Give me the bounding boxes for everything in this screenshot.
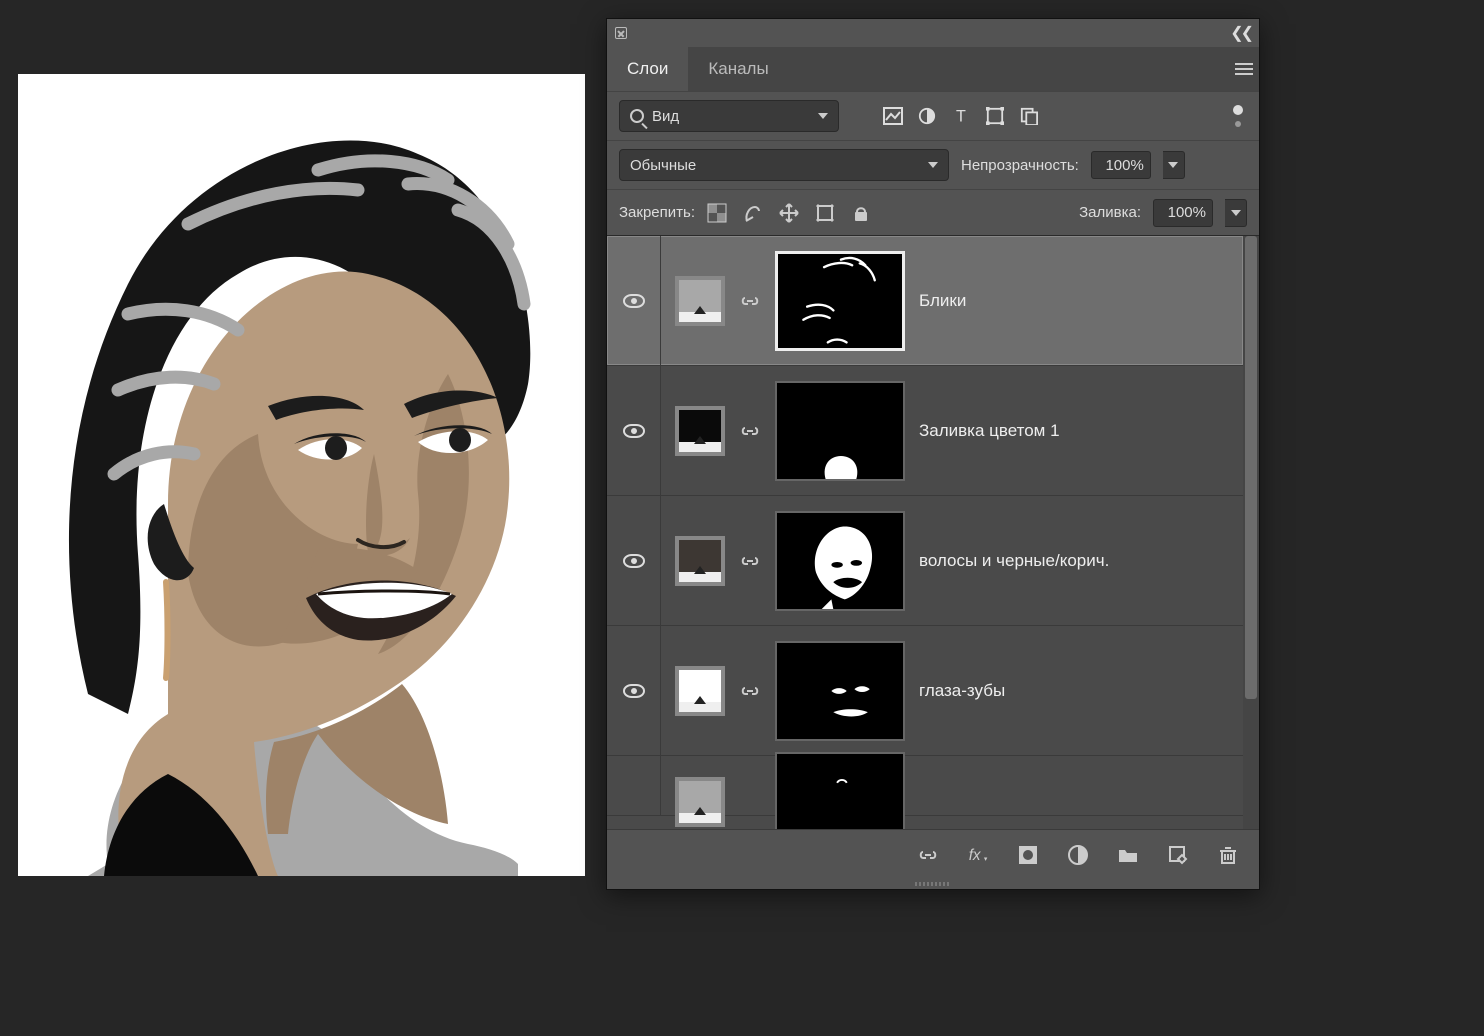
fill-input[interactable]: 100% [1153,199,1213,227]
delete-layer-icon[interactable] [1217,844,1239,866]
layers-bottom-toolbar: fx [607,829,1259,879]
layer-name[interactable]: Заливка цветом 1 [919,421,1060,441]
visibility-toggle-icon[interactable] [623,684,645,698]
mask-link-icon[interactable] [739,680,761,702]
layer-name[interactable]: волосы и черные/корич. [919,551,1109,571]
lock-transparency-icon[interactable] [707,203,727,223]
fill-color-thumbnail[interactable] [675,536,725,586]
chevron-down-icon [928,162,938,168]
lock-image-icon[interactable] [743,203,763,223]
tab-channels[interactable]: Каналы [688,47,788,91]
visibility-toggle-icon[interactable] [623,294,645,308]
new-layer-icon[interactable] [1167,844,1189,866]
filter-toggle-switch[interactable] [1229,102,1247,130]
fill-stepper[interactable] [1225,199,1247,227]
panel-menu-icon[interactable] [1229,47,1259,91]
layer-row[interactable] [607,756,1243,816]
scrollbar[interactable] [1243,236,1259,829]
filter-type-icon[interactable]: T [951,107,971,125]
filter-adjustment-icon[interactable] [917,107,937,125]
layer-name[interactable]: глаза-зубы [919,681,1005,701]
tabs: Слои Каналы [607,47,1259,91]
layer-effects-icon[interactable]: fx [967,844,989,866]
filter-kind-label: Вид [652,108,679,125]
layer-mask-thumbnail[interactable] [775,511,905,611]
opacity-input[interactable]: 100% [1091,151,1151,179]
layer-row[interactable]: Блики [607,236,1243,366]
lock-icons [707,203,871,223]
fill-color-thumbnail[interactable] [675,666,725,716]
scrollbar-thumb[interactable] [1245,236,1257,699]
layer-mask-thumbnail[interactable] [775,381,905,481]
visibility-toggle-icon[interactable] [623,554,645,568]
tab-layers[interactable]: Слои [607,47,688,91]
blend-mode-select[interactable]: Обычные [619,149,949,181]
panel-resize-grip[interactable] [607,879,1259,889]
panel-collapse-button[interactable]: ❮❮ [1230,23,1251,43]
add-mask-icon[interactable] [1017,844,1039,866]
fill-color-thumbnail[interactable] [675,406,725,456]
layer-mask-thumbnail[interactable] [775,251,905,351]
lock-row: Закрепить: Заливка: 100% [607,189,1259,235]
layer-mask-thumbnail[interactable] [775,752,905,830]
layer-type-filters: T [883,107,1039,125]
mask-link-icon[interactable] [739,420,761,442]
opacity-stepper[interactable] [1163,151,1185,179]
new-adjustment-icon[interactable] [1067,844,1089,866]
fill-color-thumbnail[interactable] [675,276,725,326]
mask-link-icon[interactable] [739,550,761,572]
panel-close-button[interactable] [615,27,627,39]
lock-position-icon[interactable] [779,203,799,223]
fill-color-thumbnail[interactable] [675,777,725,827]
layers-panel: ❮❮ Слои Каналы Вид T Обычные Непрозрачно… [606,18,1260,890]
blend-mode-value: Обычные [630,157,696,174]
mask-link-icon[interactable] [739,290,761,312]
layer-row[interactable]: Заливка цветом 1 [607,366,1243,496]
filter-pixel-icon[interactable] [883,107,903,125]
fill-label: Заливка: [1079,204,1141,221]
layer-row[interactable]: глаза-зубы [607,626,1243,756]
filter-row: Вид T [607,91,1259,140]
new-group-icon[interactable] [1117,844,1139,866]
panel-titlebar: ❮❮ [607,19,1259,47]
filter-smart-icon[interactable] [1019,107,1039,125]
lock-label: Закрепить: [619,204,695,221]
opacity-label: Непрозрачность: [961,157,1079,174]
layer-row[interactable]: волосы и черные/корич. [607,496,1243,626]
layer-name[interactable]: Блики [919,291,966,311]
layer-list: Блики Заливка цветом 1 волосы и черные/к… [607,235,1259,829]
search-icon [630,109,644,123]
link-layers-icon[interactable] [917,844,939,866]
layer-mask-thumbnail[interactable] [775,641,905,741]
lock-all-icon[interactable] [851,203,871,223]
filter-shape-icon[interactable] [985,107,1005,125]
svg-text:T: T [956,107,966,125]
chevron-down-icon [818,113,828,119]
document-canvas[interactable] [18,74,585,876]
blend-row: Обычные Непрозрачность: 100% [607,140,1259,189]
layer-kind-filter[interactable]: Вид [619,100,839,132]
visibility-toggle-icon[interactable] [623,424,645,438]
lock-artboard-icon[interactable] [815,203,835,223]
svg-text:fx: fx [969,847,982,864]
